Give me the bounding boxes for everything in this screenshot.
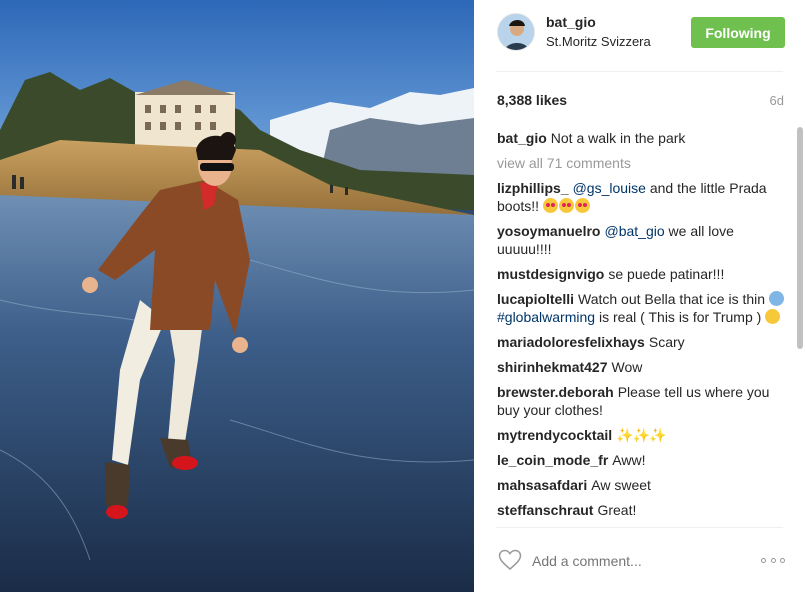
view-all-comments-link[interactable]: view all 71 comments: [497, 154, 785, 172]
comment-username[interactable]: mustdesignvigo: [497, 266, 604, 282]
following-button[interactable]: Following: [691, 17, 785, 48]
post-photo[interactable]: [0, 0, 474, 592]
comment-username[interactable]: mariadoloresfelixhays: [497, 334, 645, 350]
comment-text: Watch out Bella that ice is thin: [578, 291, 769, 307]
wink-emoji-icon: [765, 309, 781, 324]
dot: [761, 558, 766, 563]
comment-mention[interactable]: @bat_gio: [604, 223, 664, 239]
comment-text: Great!: [597, 502, 637, 518]
comment-username[interactable]: yosoymanuelro: [497, 223, 600, 239]
comment-username[interactable]: mahsasafdari: [497, 477, 587, 493]
post-age[interactable]: 6d: [770, 93, 784, 108]
comment-item: mustdesignvigo se puede patinar!!!: [497, 265, 785, 283]
post-viewer: bat_gio St.Moritz Svizzera Following 8,3…: [0, 0, 805, 592]
comments-scrollbar[interactable]: [797, 127, 803, 349]
post-location[interactable]: St.Moritz Svizzera: [546, 34, 651, 49]
more-options-icon[interactable]: [761, 558, 785, 564]
sparkles-emoji-icon: ✨✨✨: [616, 427, 666, 443]
comment-item: le_coin_mode_fr Aww!: [497, 451, 785, 469]
heart-eyes-emoji-icon: [558, 198, 574, 213]
comment-item: lizphillips_ @gs_louise and the little Pr…: [497, 179, 785, 215]
comment-text: se puede patinar!!!: [608, 266, 725, 282]
photo-illustration: [0, 0, 474, 592]
author-username[interactable]: bat_gio: [546, 14, 596, 30]
comment-username[interactable]: lizphillips_: [497, 180, 569, 196]
comment-username[interactable]: steffanschraut: [497, 502, 593, 518]
footer-divider: [496, 527, 783, 528]
comment-username[interactable]: shirinhekmat427: [497, 359, 608, 375]
likes-count[interactable]: 8,388 likes: [497, 92, 567, 108]
comment-text: Aww!: [612, 452, 646, 468]
comment-username[interactable]: le_coin_mode_fr: [497, 452, 608, 468]
comment-mention[interactable]: @gs_louise: [573, 180, 646, 196]
comment-text: Wow: [611, 359, 643, 375]
comment-item: steffanschraut Great!: [497, 501, 785, 519]
comment-hashtag[interactable]: #globalwarming: [497, 309, 595, 325]
avatar[interactable]: [497, 13, 535, 51]
heart-eyes-emoji-icon: [542, 198, 558, 213]
post-header: bat_gio St.Moritz Svizzera Following: [474, 0, 805, 72]
dot: [780, 558, 785, 563]
cold-sweat-emoji-icon: [768, 291, 784, 306]
comment-item: mariadoloresfelixhays Scary: [497, 333, 785, 351]
comment-text: Aw sweet: [591, 477, 651, 493]
comment-item: lucapioltelli Watch out Bella that ice is…: [497, 290, 785, 326]
add-comment-input[interactable]: [532, 551, 732, 571]
caption-text: Not a walk in the park: [550, 130, 686, 146]
comment-item: shirinhekmat427 Wow: [497, 358, 785, 376]
heart-eyes-emoji-icon: [574, 198, 590, 213]
comment-item: brewster.deborah Please tell us where you…: [497, 383, 785, 419]
caption: bat_gio Not a walk in the park: [497, 129, 785, 147]
comment-username[interactable]: mytrendycocktail: [497, 427, 612, 443]
comment-item: yosoymanuelro @bat_gio we all love uuuuu!…: [497, 222, 785, 258]
comment-item: mytrendycocktail ✨✨✨: [497, 426, 785, 444]
caption-username[interactable]: bat_gio: [497, 130, 547, 146]
comment-text: is real ( This is for Trump ): [595, 309, 762, 325]
header-divider: [496, 71, 783, 72]
comments-list[interactable]: bat_gio Not a walk in the park view all 7…: [497, 129, 785, 527]
comment-username[interactable]: brewster.deborah: [497, 384, 614, 400]
heart-icon[interactable]: [498, 549, 522, 571]
comment-item: mahsasafdari Aw sweet: [497, 476, 785, 494]
post-details-panel: bat_gio St.Moritz Svizzera Following 8,3…: [474, 0, 805, 592]
comment-username[interactable]: lucapioltelli: [497, 291, 574, 307]
comment-text: Scary: [648, 334, 685, 350]
dot: [770, 558, 776, 563]
